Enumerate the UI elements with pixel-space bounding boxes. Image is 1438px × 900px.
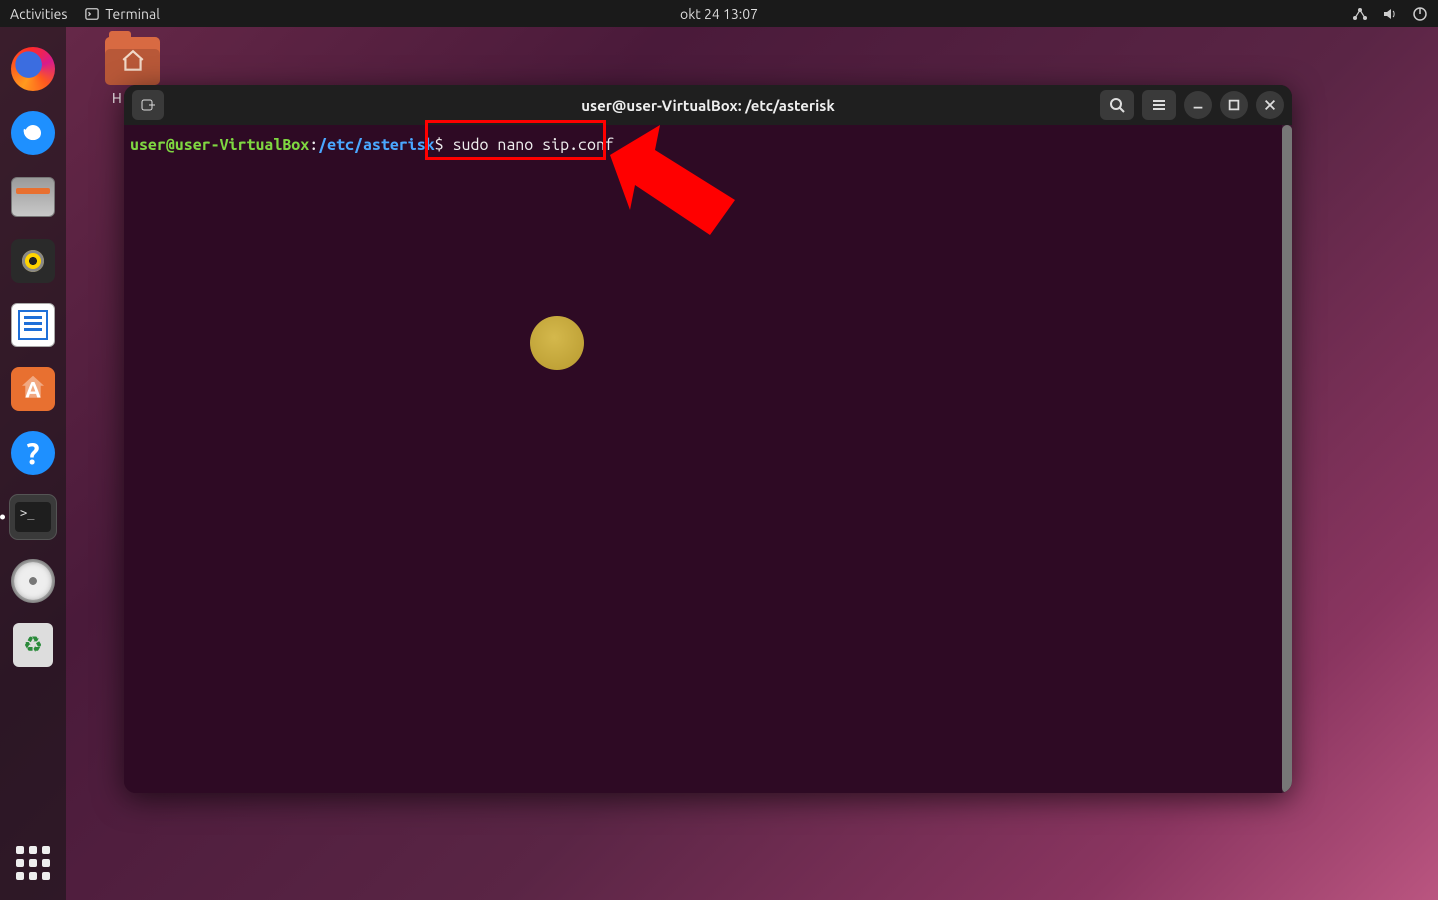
dock-trash[interactable] [8, 620, 58, 670]
minimize-button[interactable] [1184, 91, 1212, 119]
software-icon [11, 367, 55, 411]
maximize-button[interactable] [1220, 91, 1248, 119]
prompt-userhost: user@user-VirtualBox [130, 136, 309, 154]
new-tab-button[interactable] [132, 90, 164, 120]
search-icon [1109, 97, 1125, 113]
close-icon [1263, 98, 1277, 112]
thunderbird-icon [11, 111, 55, 155]
terminal-scrollbar[interactable] [1282, 125, 1292, 793]
terminal-titlebar[interactable]: user@user-VirtualBox: /etc/asterisk [124, 85, 1292, 125]
terminal-glyph: >_ [15, 502, 51, 532]
dock: ? >_ [0, 27, 66, 900]
desktop-home-folder[interactable] [105, 37, 160, 85]
terminal-title: user@user-VirtualBox: /etc/asterisk [581, 97, 834, 114]
show-applications-button[interactable] [8, 838, 58, 888]
terminal-icon [85, 7, 99, 21]
network-icon[interactable] [1352, 6, 1368, 22]
volume-icon[interactable] [1382, 6, 1398, 22]
home-icon [105, 37, 160, 85]
firefox-icon [11, 47, 55, 91]
speaker-icon [11, 239, 55, 283]
minimize-icon [1191, 98, 1205, 112]
dock-thunderbird[interactable] [8, 108, 58, 158]
clock[interactable]: okt 24 13:07 [680, 6, 758, 22]
prompt-command: sudo nano sip.conf [444, 136, 614, 154]
maximize-icon [1227, 98, 1241, 112]
files-icon [11, 177, 55, 217]
prompt-symbol: $ [435, 136, 444, 154]
dock-files[interactable] [8, 172, 58, 222]
activities-button[interactable]: Activities [10, 6, 67, 22]
prompt-path: /etc/asterisk [318, 136, 434, 154]
topbar-current-app[interactable]: Terminal [85, 6, 160, 22]
dock-disc[interactable] [8, 556, 58, 606]
help-icon: ? [11, 431, 55, 475]
hamburger-icon [1151, 97, 1167, 113]
terminal-window: user@user-VirtualBox: /etc/asterisk user… [124, 85, 1292, 793]
dock-writer[interactable] [8, 300, 58, 350]
writer-icon [11, 303, 55, 347]
disc-icon [11, 559, 55, 603]
hamburger-menu-button[interactable] [1142, 90, 1176, 120]
dock-software[interactable] [8, 364, 58, 414]
trash-icon [13, 623, 53, 667]
new-tab-icon [140, 97, 156, 113]
close-button[interactable] [1256, 91, 1284, 119]
dock-firefox[interactable] [8, 44, 58, 94]
dock-rhythmbox[interactable] [8, 236, 58, 286]
dock-help[interactable]: ? [8, 428, 58, 478]
prompt-separator: : [309, 136, 318, 154]
power-icon[interactable] [1412, 6, 1428, 22]
desktop-home-label: H [112, 90, 122, 106]
terminal-body[interactable]: user@user-VirtualBox:/etc/asterisk$ sudo… [124, 125, 1292, 793]
dock-terminal[interactable]: >_ [8, 492, 58, 542]
terminal-app-icon: >_ [9, 494, 57, 540]
topbar-app-label: Terminal [105, 6, 160, 22]
search-button[interactable] [1100, 90, 1134, 120]
top-bar: Activities Terminal okt 24 13:07 [0, 0, 1438, 27]
